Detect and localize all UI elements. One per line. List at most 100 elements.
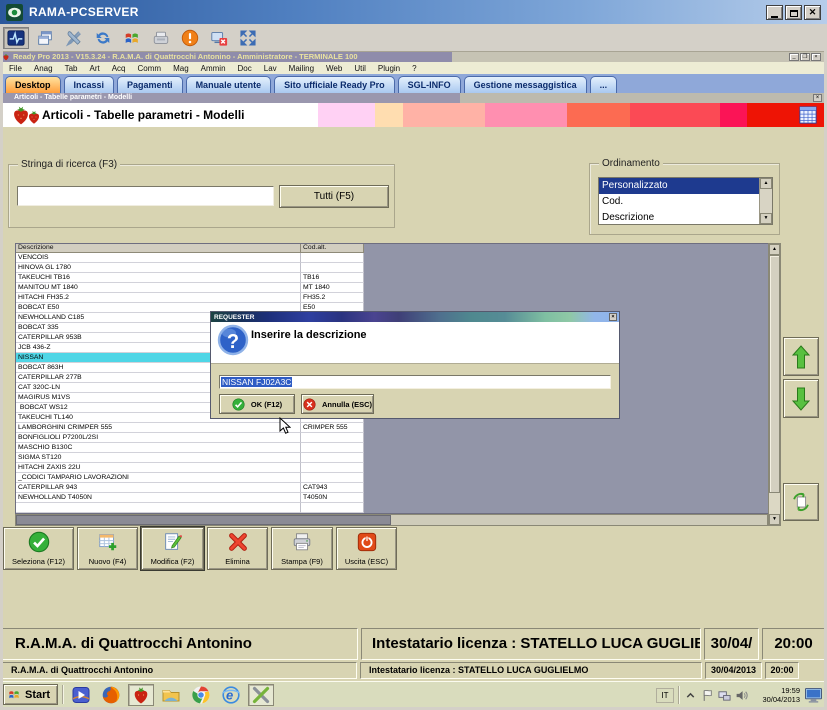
grid-vertical-scrollbar[interactable]: ▲ ▼ (768, 243, 781, 526)
menu-web[interactable]: Web (320, 64, 348, 73)
menu-tab[interactable]: Tab (59, 64, 84, 73)
cell-codalt[interactable]: T4050N (301, 493, 364, 503)
minimize-button[interactable] (766, 4, 783, 20)
cell-descrizione[interactable]: LAMBORGHINI CRIMPER 555 (16, 423, 301, 433)
show-desktop-icon[interactable] (804, 687, 823, 704)
media-player-icon[interactable] (68, 684, 94, 706)
table-row[interactable]: _CODICI TAMPARIO LAVORAZIONI (16, 473, 364, 483)
table-row[interactable]: MASCHIO B130C (16, 443, 364, 453)
ordering-option-personalizzato[interactable]: Personalizzato (599, 178, 759, 194)
cell-descrizione[interactable]: MANITOU MT 1840 (16, 283, 301, 293)
table-row[interactable]: SIGMA ST120 (16, 453, 364, 463)
tab-desktop[interactable]: Desktop (5, 76, 61, 93)
table-row[interactable]: NEWHOLLAND T4050N T4050N (16, 493, 364, 503)
move-up-button[interactable] (783, 337, 819, 376)
tab-incassi[interactable]: Incassi (63, 76, 115, 93)
move-down-button[interactable] (783, 379, 819, 418)
menu-help[interactable]: ? (406, 64, 422, 73)
column-header-codalt[interactable]: Cod.alt. (301, 244, 364, 253)
cell-codalt[interactable]: MT 1840 (301, 283, 364, 293)
flag-icon[interactable] (701, 689, 714, 702)
stampa-f9-button[interactable]: Stampa (F9) (271, 527, 333, 570)
cell-descrizione[interactable]: SIGMA ST120 (16, 453, 301, 463)
cell-codalt[interactable]: CAT943 (301, 483, 364, 493)
seleziona-f12-button[interactable]: Seleziona (F12) (3, 527, 74, 570)
ok-button[interactable]: OK (F12) (219, 394, 295, 414)
tab-gestione-messaggistica[interactable]: Gestione messaggistica (463, 76, 587, 93)
cell-descrizione[interactable]: TAKEUCHI TB16 (16, 273, 301, 283)
tab-pagamenti[interactable]: Pagamenti (117, 76, 183, 93)
column-header-descrizione[interactable]: Descrizione (16, 244, 301, 253)
tab-more[interactable]: ... (589, 76, 618, 93)
warning-icon[interactable] (177, 27, 203, 49)
cell-descrizione[interactable]: _CODICI TAMPARIO LAVORAZIONI (16, 473, 301, 483)
network-pc-icon[interactable] (718, 689, 731, 702)
grid-table-icon[interactable] (799, 106, 817, 124)
menu-acq[interactable]: Acq (106, 64, 132, 73)
panel-close-icon[interactable]: × (813, 94, 822, 102)
menu-file[interactable]: File (3, 64, 28, 73)
speaker-icon[interactable] (735, 689, 748, 702)
pc-disconnect-icon[interactable] (206, 27, 232, 49)
grid-horizontal-scrollbar[interactable] (15, 514, 768, 526)
cell-descrizione[interactable]: CATERPILLAR 943 (16, 483, 301, 493)
menu-doc[interactable]: Doc (232, 64, 258, 73)
scroll-down-icon[interactable]: ▼ (760, 213, 772, 224)
menu-comm[interactable]: Comm (132, 64, 168, 73)
ordering-option-cod[interactable]: Cod. (599, 194, 759, 210)
file-explorer-icon[interactable] (158, 684, 184, 706)
cell-descrizione[interactable]: BONFIGLIOLI P7200L/2SI (16, 433, 301, 443)
table-row[interactable]: MANITOU MT 1840 MT 1840 (16, 283, 364, 293)
cell-codalt[interactable] (301, 433, 364, 443)
refresh-icon[interactable] (90, 27, 116, 49)
search-input[interactable] (17, 186, 274, 206)
expand-screen-icon[interactable] (235, 27, 261, 49)
mdi-restore-button[interactable]: ❐ (800, 53, 810, 61)
cell-codalt[interactable] (301, 463, 364, 473)
activity-monitor-icon[interactable] (3, 27, 29, 49)
mdi-close-button[interactable]: × (811, 53, 821, 61)
cell-codalt[interactable] (301, 503, 364, 513)
cell-descrizione[interactable]: HINOVA GL 1780 (16, 263, 301, 273)
mdi-minimize-button[interactable]: _ (789, 53, 799, 61)
cell-descrizione[interactable]: HITACHI ZAXIS 22U (16, 463, 301, 473)
table-row[interactable]: HINOVA GL 1780 (16, 263, 364, 273)
cancel-button[interactable]: Annulla (ESC) (301, 394, 374, 414)
menu-art[interactable]: Art (83, 64, 105, 73)
menu-mag[interactable]: Mag (167, 64, 195, 73)
modifica-f2-button[interactable]: Modifica (F2) (140, 526, 205, 571)
table-row[interactable]: HITACHI FH35.2 FH35.2 (16, 293, 364, 303)
table-row[interactable]: HITACHI ZAXIS 22U (16, 463, 364, 473)
cell-codalt[interactable]: TB16 (301, 273, 364, 283)
nuovo-f4-button[interactable]: Nuovo (F4) (77, 527, 138, 570)
cell-descrizione[interactable]: MASCHIO B130C (16, 443, 301, 453)
cell-codalt[interactable] (301, 453, 364, 463)
table-row[interactable]: VENCOIS (16, 253, 364, 263)
menu-mailing[interactable]: Mailing (283, 64, 320, 73)
firefox-icon[interactable] (98, 684, 124, 706)
menu-lav[interactable]: Lav (258, 64, 283, 73)
scroll-down-icon[interactable]: ▼ (769, 514, 780, 525)
table-row[interactable]: CATERPILLAR 943 CAT943 (16, 483, 364, 493)
table-row[interactable]: LAMBORGHINI CRIMPER 555 CRIMPER 555 (16, 423, 364, 433)
elimina-button[interactable]: Elimina (207, 527, 268, 570)
cascade-windows-icon[interactable] (32, 27, 58, 49)
language-indicator[interactable]: IT (656, 687, 674, 703)
chrome-icon[interactable] (188, 684, 214, 706)
dialog-close-icon[interactable]: × (609, 313, 617, 321)
cell-descrizione[interactable] (16, 503, 301, 513)
tools-icon[interactable] (61, 27, 87, 49)
menu-plugin[interactable]: Plugin (372, 64, 406, 73)
taskbar-clock[interactable]: 19:59 30/04/2013 (752, 686, 800, 704)
internet-explorer-icon[interactable]: e (218, 684, 244, 706)
cell-codalt[interactable] (301, 473, 364, 483)
cell-descrizione[interactable]: VENCOIS (16, 253, 301, 263)
scroll-up-icon[interactable]: ▲ (769, 244, 780, 255)
dialog-titlebar[interactable]: REQUESTER × (211, 312, 619, 322)
maximize-button[interactable] (785, 4, 802, 20)
scrollbar-thumb[interactable] (16, 515, 391, 525)
tab-manuale-utente[interactable]: Manuale utente (185, 76, 272, 93)
cell-descrizione[interactable]: HITACHI FH35.2 (16, 293, 301, 303)
start-button[interactable]: Start (3, 684, 58, 705)
cell-codalt[interactable] (301, 263, 364, 273)
